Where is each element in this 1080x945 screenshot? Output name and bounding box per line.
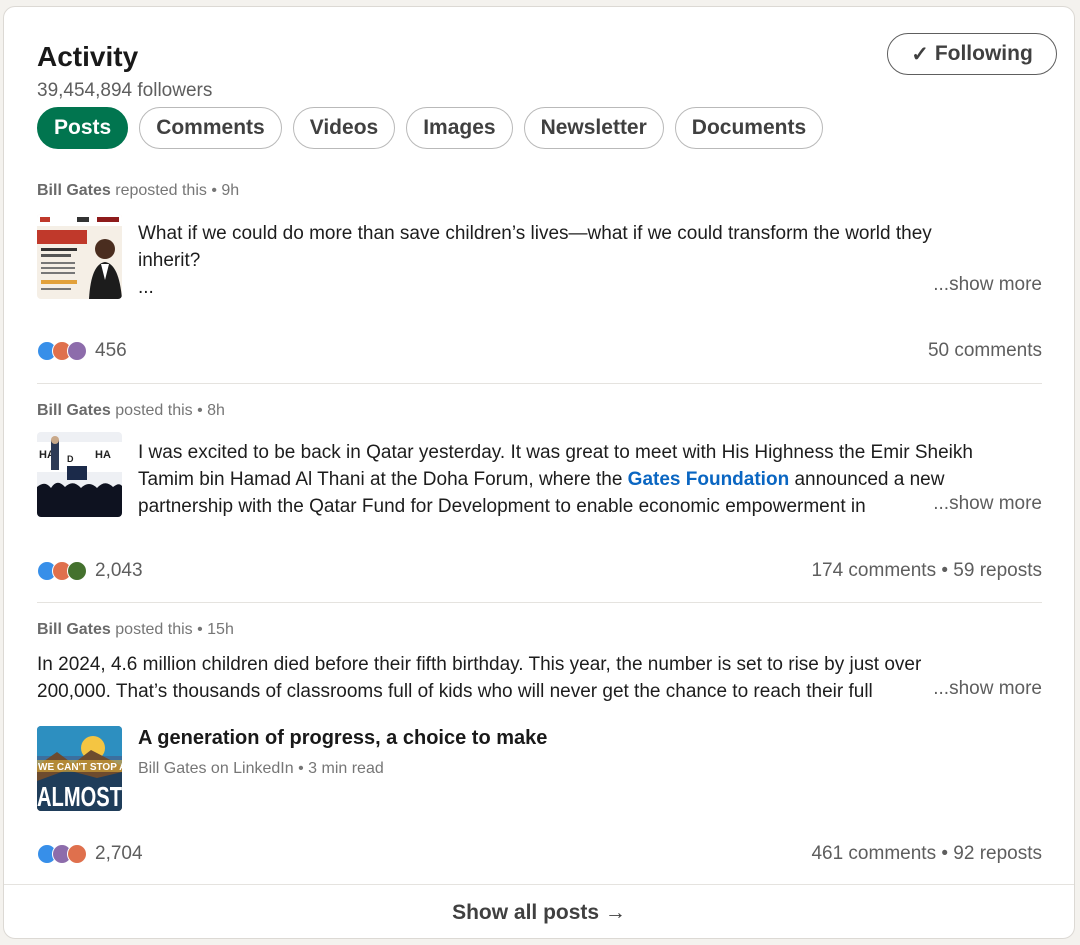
post-stats[interactable]: 50 comments (928, 340, 1042, 362)
article-thumbnail[interactable]: WE CAN'T STOP AT ALMOST (37, 726, 122, 811)
reaction-icons (37, 561, 89, 581)
post-author[interactable]: Bill Gates (37, 402, 111, 419)
celebrate-icon (67, 561, 87, 581)
tab-comments[interactable]: Comments (139, 107, 282, 149)
check-icon: ✓ (911, 42, 929, 66)
post-action: posted this • 8h (115, 402, 225, 419)
reactions-summary[interactable]: 2,043 (37, 560, 143, 582)
reaction-count: 456 (95, 340, 127, 361)
activity-card: Activity 39,454,894 followers ✓ Followin… (3, 6, 1075, 939)
followers-count: 39,454,894 followers (37, 80, 213, 101)
article-subtitle: Bill Gates on LinkedIn • 3 min read (138, 760, 384, 777)
post-thumbnail[interactable]: HA D HA (37, 432, 122, 517)
svg-text:ALMOST: ALMOST (37, 781, 122, 811)
tab-newsletter[interactable]: Newsletter (523, 107, 664, 149)
post-author[interactable]: Bill Gates (37, 182, 111, 199)
show-more-link[interactable]: ...show more (927, 678, 1042, 700)
post-meta: Bill Gates posted this • 8h (37, 402, 225, 420)
reaction-count: 2,704 (95, 843, 143, 864)
post-meta: Bill Gates reposted this • 9h (37, 182, 239, 200)
reactions-summary[interactable]: 2,704 (37, 843, 143, 865)
tab-documents[interactable]: Documents (674, 107, 824, 149)
post-text: In 2024, 4.6 million children died befor… (37, 654, 922, 702)
post-text: I was excited to be back in Qatar yester… (138, 442, 973, 517)
reactions-summary[interactable]: 456 (37, 340, 127, 362)
activity-title: Activity (37, 41, 139, 72)
divider (37, 383, 1042, 384)
post-author[interactable]: Bill Gates (37, 621, 111, 638)
post-stats[interactable]: 174 comments • 59 reposts (811, 560, 1042, 582)
reaction-icons (37, 341, 89, 361)
tab-posts[interactable]: Posts (37, 107, 129, 149)
show-more-link[interactable]: ...show more (927, 493, 1042, 515)
following-label: Following (934, 42, 1033, 65)
reaction-count: 2,043 (95, 560, 143, 581)
reaction-icons (37, 844, 89, 864)
svg-text:WE CAN'T STOP AT: WE CAN'T STOP AT (38, 762, 122, 773)
love-icon (67, 844, 87, 864)
article-title[interactable]: A generation of progress, a choice to ma… (138, 727, 547, 750)
activity-tabs: Posts Comments Videos Images Newsletter … (37, 107, 824, 149)
tab-images[interactable]: Images (406, 107, 513, 149)
post-item: Bill Gates reposted this • 9h What if we… (37, 182, 1042, 362)
post-action: posted this • 15h (115, 621, 234, 638)
post-item: Bill Gates posted this • 8h HA D HA I wa… (37, 402, 1042, 582)
show-more-link[interactable]: ...show more (927, 274, 1042, 296)
svg-text:HA: HA (95, 449, 111, 461)
post-thumbnail[interactable] (37, 214, 122, 299)
post-action: reposted this • 9h (115, 182, 240, 199)
svg-text:D: D (67, 454, 74, 464)
support-icon (67, 341, 87, 361)
show-all-posts-button[interactable]: Show all posts → (4, 884, 1074, 938)
tab-videos[interactable]: Videos (292, 107, 396, 149)
gates-foundation-link[interactable]: Gates Foundation (628, 469, 790, 490)
post-stats[interactable]: 461 comments • 92 reposts (811, 843, 1042, 865)
divider (37, 602, 1042, 603)
following-button[interactable]: ✓ Following (887, 33, 1057, 75)
post-item: Bill Gates posted this • 15h In 2024, 4.… (37, 621, 1042, 871)
post-meta: Bill Gates posted this • 15h (37, 621, 234, 639)
post-text: What if we could do more than save child… (138, 223, 932, 298)
